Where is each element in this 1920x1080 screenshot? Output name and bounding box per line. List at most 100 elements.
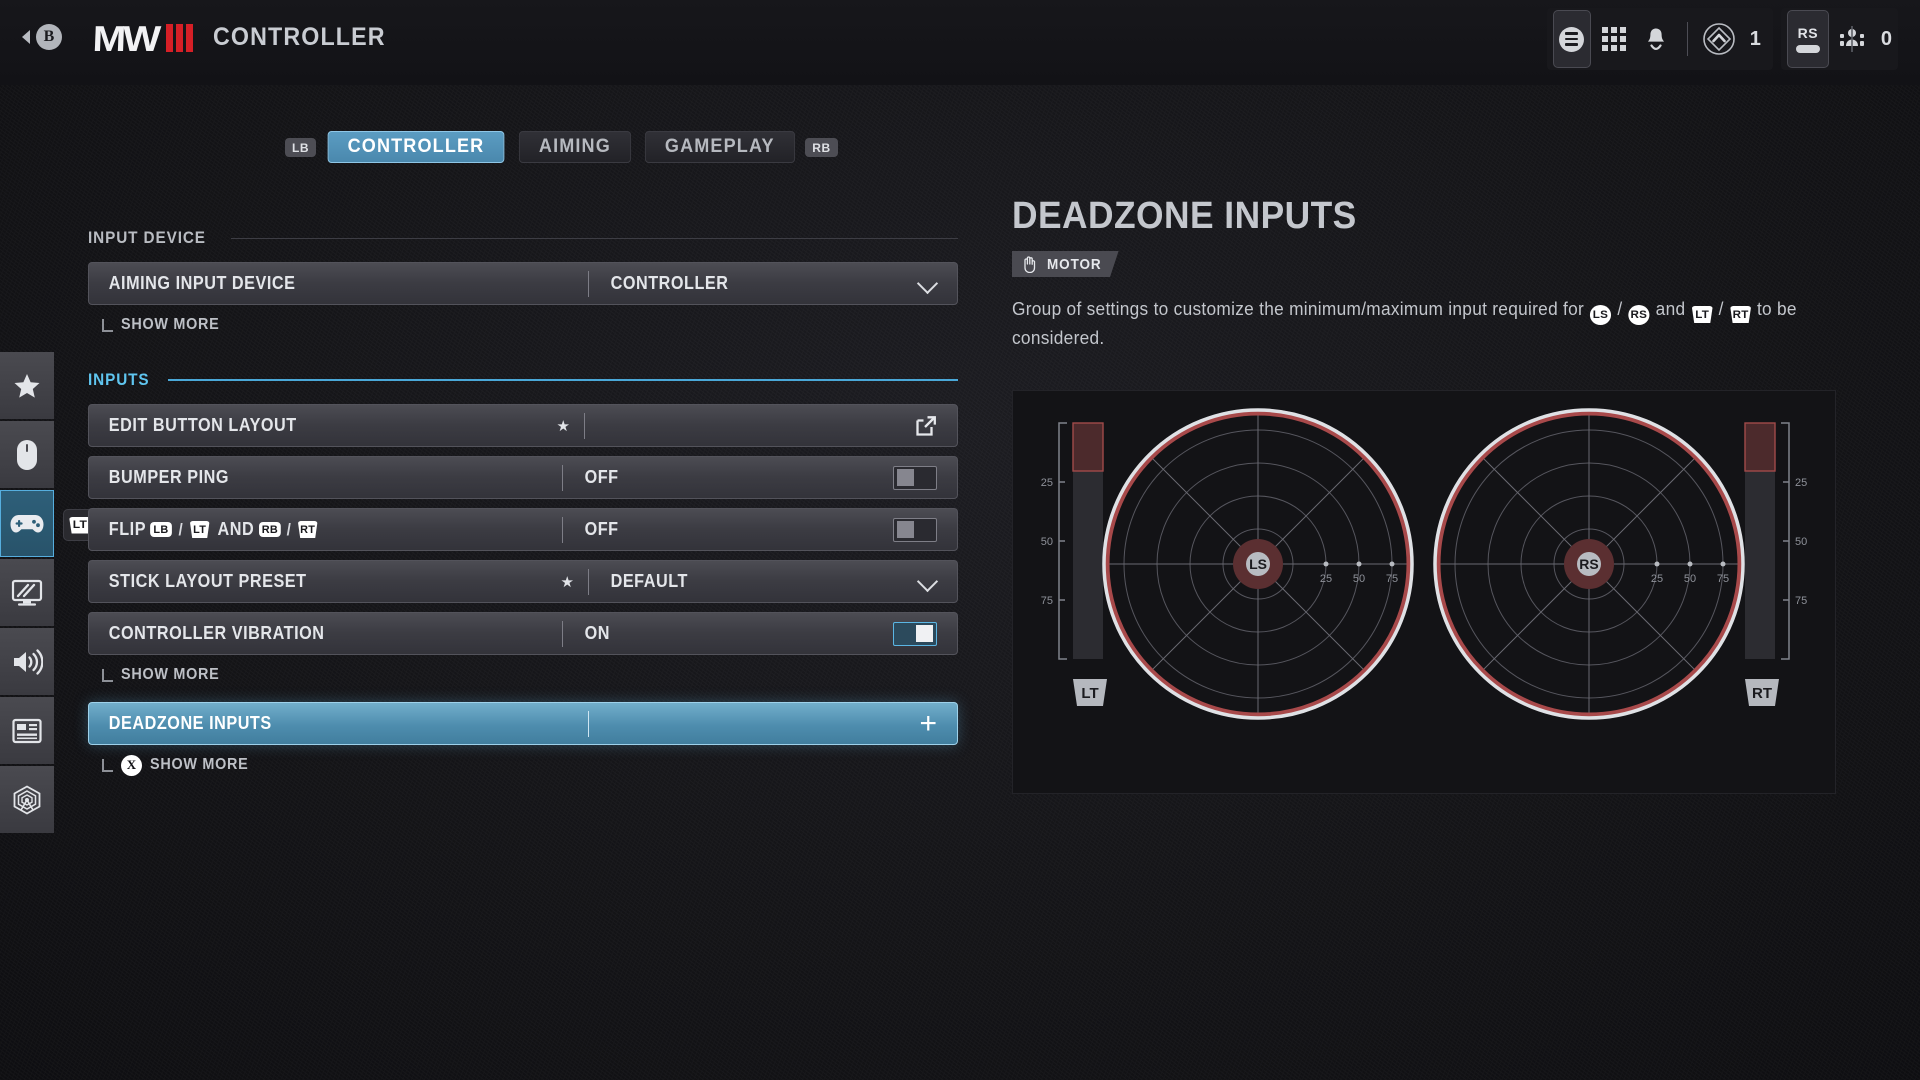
setting-row-aiming-input-device[interactable]: AIMING INPUT DEVICE CONTROLLER: [88, 262, 958, 305]
setting-label: BUMPER PING: [108, 467, 230, 487]
tree-corner-icon: [102, 758, 113, 772]
apps-button[interactable]: [1595, 10, 1633, 68]
setting-label: FLIP LB / LT AND RB / RT: [89, 519, 515, 540]
favorite-star-icon: ★: [556, 417, 570, 435]
desc-sep-1: /: [1617, 298, 1623, 319]
lt-tick-25: 25: [1041, 477, 1053, 489]
rank-button[interactable]: [1700, 10, 1738, 68]
sidebar-item-mouse-keyboard[interactable]: [0, 421, 54, 488]
rs-stick-chip[interactable]: RS: [1786, 10, 1829, 68]
detail-title: DEADZONE INPUTS: [1012, 195, 1357, 237]
rs-tick-25: 25: [1651, 573, 1663, 585]
mw-logo-bars: [165, 24, 193, 52]
lt-tick-75: 75: [1041, 595, 1053, 607]
ls-tick-25: 25: [1320, 573, 1332, 585]
rb-bumper-glyph: RB: [805, 137, 838, 157]
detail-description: Group of settings to customize the minim…: [1012, 296, 1799, 351]
rt-gauge-label: RT: [1752, 685, 1772, 702]
toggle-knob: [897, 521, 914, 538]
setting-row-flip-triggers[interactable]: FLIP LB / LT AND RB / RT OFF: [88, 508, 958, 551]
toggle-off[interactable]: [893, 517, 937, 542]
b-button-icon: B: [36, 24, 62, 50]
tab-controller[interactable]: CONTROLLER: [327, 131, 505, 163]
rs-glyph: RS: [1628, 304, 1650, 325]
row-divider: [584, 412, 585, 439]
sidebar-item-controller[interactable]: LT: [0, 490, 97, 557]
sidebar-nav: LT: [0, 352, 97, 835]
sidebar-item-graphics[interactable]: [0, 559, 54, 626]
sidebar-item-interface[interactable]: [0, 697, 54, 764]
top-right-toolbar: 1 RS 0: [1546, 8, 1898, 70]
tab-aiming[interactable]: AIMING: [518, 131, 631, 163]
lt-glyph: LT: [189, 521, 210, 538]
show-more-deadzone[interactable]: X SHOW MORE: [102, 752, 958, 778]
motor-tag-badge: MOTOR: [1012, 251, 1119, 277]
chevron-down-icon: [919, 573, 937, 591]
row-control[interactable]: [919, 573, 937, 591]
grid-apps-icon: [1601, 27, 1626, 51]
setting-row-deadzone-inputs[interactable]: DEADZONE INPUTS +: [88, 702, 958, 745]
setting-label: CONTROLLER VIBRATION: [108, 623, 325, 643]
rt-glyph: RT: [297, 521, 318, 538]
lb-bumper-glyph: LB: [285, 137, 316, 157]
toggle-knob: [916, 625, 933, 642]
x-button-icon: X: [121, 754, 142, 776]
show-more-label: SHOW MORE: [121, 666, 220, 683]
sidebar-item-audio[interactable]: [0, 628, 54, 695]
right-trigger-gauge: 25 50 75 RT: [1744, 422, 1807, 706]
setting-value: CONTROLLER: [610, 273, 729, 293]
row-control[interactable]: [915, 415, 937, 437]
toggle-off[interactable]: [893, 465, 937, 490]
and-word: AND: [217, 519, 255, 539]
setting-row-controller-vibration[interactable]: CONTROLLER VIBRATION ON: [88, 612, 958, 655]
show-more-inputs[interactable]: SHOW MORE: [102, 662, 958, 688]
gamepad-icon: [10, 514, 44, 532]
rt-tick-75: 75: [1795, 595, 1807, 607]
plus-icon: +: [919, 706, 937, 740]
rs-chip-bar: [1795, 45, 1820, 53]
slash-2: /: [286, 519, 292, 539]
flip-word: FLIP: [108, 519, 147, 539]
notifications-button[interactable]: [1637, 10, 1675, 68]
row-control[interactable]: [893, 465, 937, 490]
tab-bar: LB CONTROLLER AIMING GAMEPLAY RB: [285, 131, 838, 163]
hud-layout-icon: [12, 718, 42, 743]
setting-label: AIMING INPUT DEVICE: [108, 273, 296, 293]
rb-glyph: RB: [258, 522, 281, 537]
menu-button[interactable]: [1552, 10, 1591, 68]
ls-center-label: LS: [1249, 556, 1267, 572]
setting-row-edit-button-layout[interactable]: EDIT BUTTON LAYOUT ★: [88, 404, 958, 447]
sidebar-item-favorites[interactable]: [0, 352, 54, 419]
tree-corner-icon: [102, 318, 113, 332]
row-divider: [588, 710, 590, 737]
toolbar-cluster-party: RS 0: [1780, 8, 1898, 70]
section-rule: [231, 237, 958, 239]
sidebar-item-account-network[interactable]: [0, 766, 54, 833]
detail-panel: DEADZONE INPUTS MOTOR Group of settings …: [1012, 195, 1842, 351]
row-control[interactable]: +: [919, 706, 937, 740]
right-stick-radar: RS 25 50 75: [1433, 408, 1745, 720]
brand-block: MW CONTROLLER: [92, 18, 399, 59]
tab-gameplay[interactable]: GAMEPLAY: [644, 131, 795, 163]
section-title: INPUTS: [88, 370, 150, 389]
row-control[interactable]: [893, 621, 937, 646]
favorite-star-icon: ★: [560, 573, 574, 591]
bell-icon: [1647, 28, 1664, 51]
motor-tag-label: MOTOR: [1047, 255, 1102, 273]
star-icon: [14, 373, 40, 398]
toggle-on[interactable]: [893, 621, 937, 646]
back-button[interactable]: B: [22, 24, 62, 50]
ls-tick-75: 75: [1386, 573, 1398, 585]
section-header-inputs: INPUTS: [88, 370, 958, 390]
setting-value: OFF: [584, 467, 619, 487]
row-control[interactable]: [893, 517, 937, 542]
deadzone-visualization-panel: 25 50 75 LT LS 25 50 75 RS 25 50 75 25 5…: [1012, 390, 1836, 794]
chevron-left-icon: [22, 30, 30, 44]
party-button[interactable]: [1833, 10, 1871, 68]
setting-row-bumper-ping[interactable]: BUMPER PING OFF: [88, 456, 958, 499]
row-control[interactable]: [919, 275, 937, 293]
setting-row-stick-layout-preset[interactable]: STICK LAYOUT PRESET ★ DEFAULT: [88, 560, 958, 603]
show-more-input-device[interactable]: SHOW MORE: [102, 312, 958, 338]
rs-tick-50: 50: [1684, 573, 1696, 585]
toggle-knob: [897, 469, 914, 486]
